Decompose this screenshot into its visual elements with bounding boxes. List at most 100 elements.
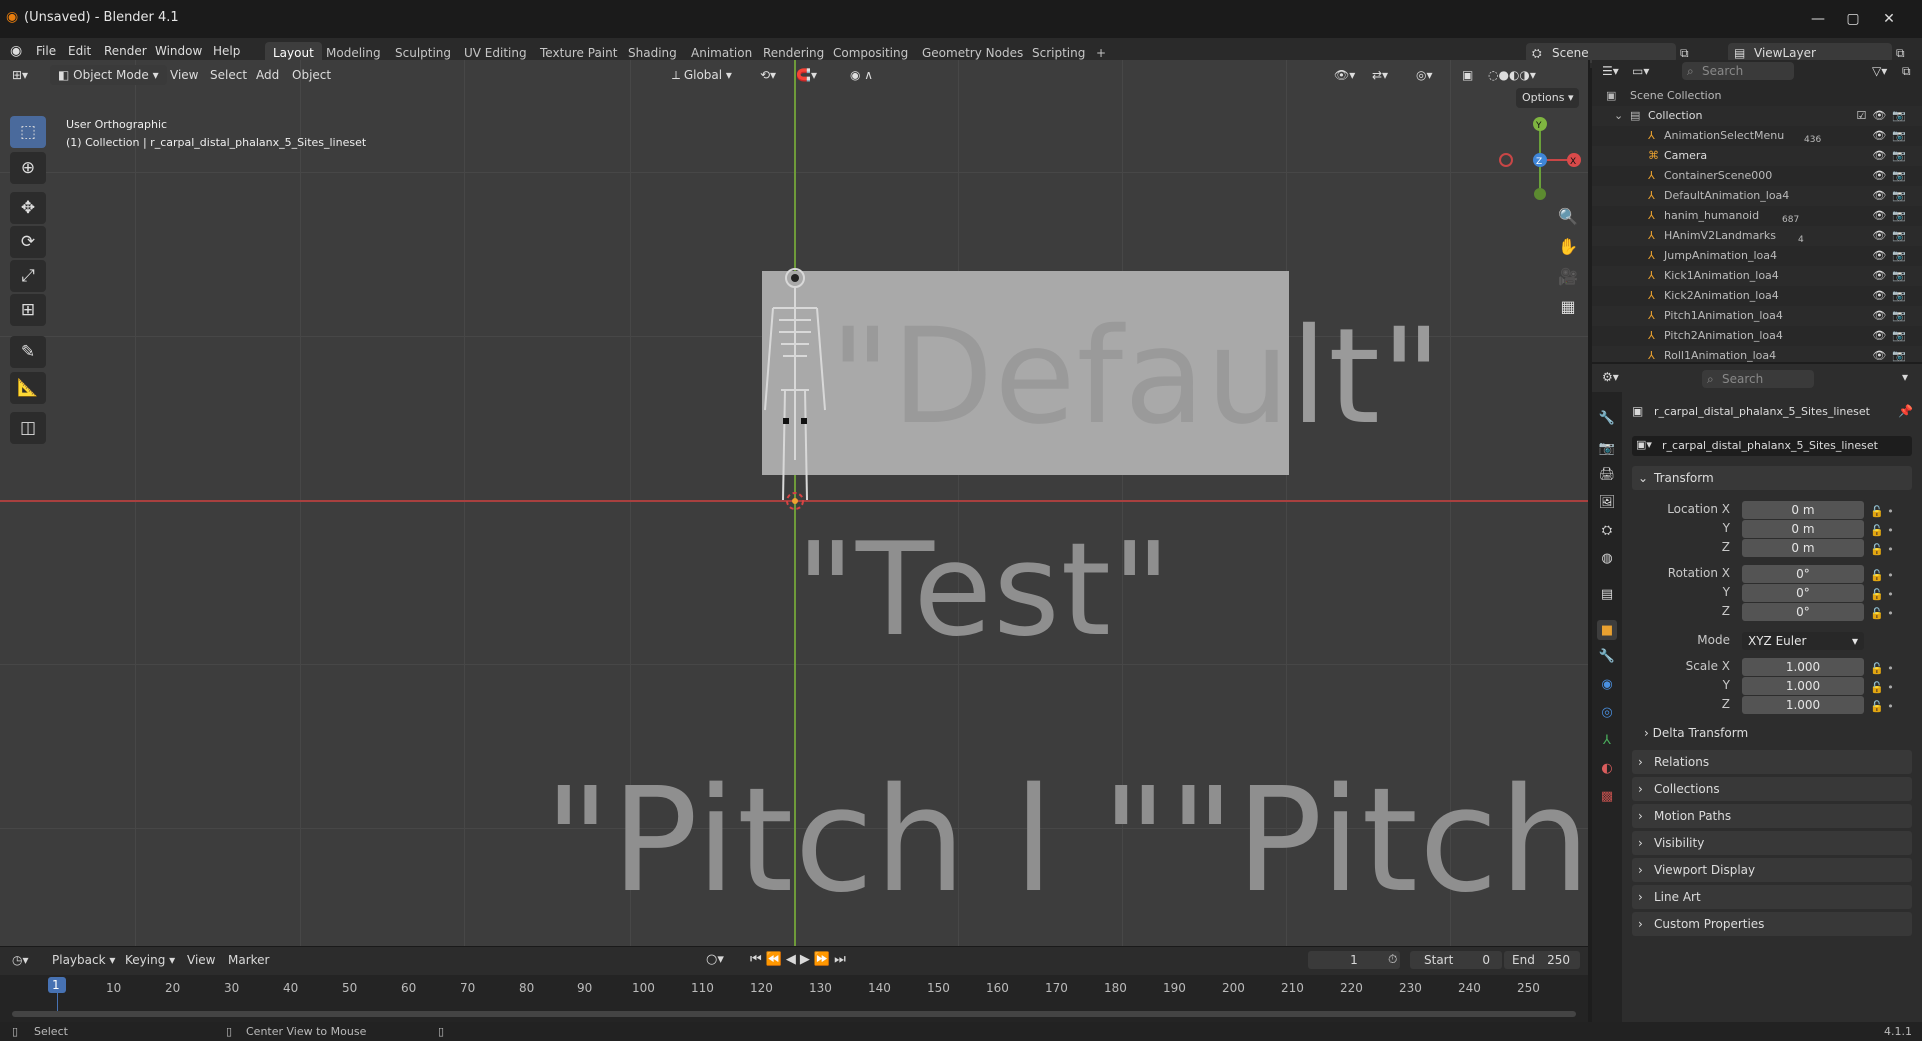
outliner-item[interactable]: ⅄ Kick1Animation_loa4 👁📷 [1592,266,1922,286]
outliner-item[interactable]: ⅄ ContainerScene000 👁📷 [1592,166,1922,186]
location-x-field[interactable]: 0 m [1742,501,1864,519]
blender-menu-icon[interactable]: ◉ [10,43,22,59]
start-frame-field[interactable]: Start 0 [1410,951,1502,969]
outliner-item[interactable]: ⅄ HAnimV2Landmarks 4 👁📷 [1592,226,1922,246]
particles-tab-icon[interactable]: ◉ [1597,674,1617,694]
outliner-collection[interactable]: ⌄ ▤ Collection ☑👁📷 [1592,106,1922,126]
pan-hand-icon[interactable]: ✋ [1554,233,1582,259]
visibility-toggles[interactable]: 👁📷 [1872,346,1912,362]
menu-render[interactable]: Render [104,44,147,58]
outliner-scene-collection[interactable]: ▣ Scene Collection [1592,86,1922,106]
zoom-icon[interactable]: 🔍 [1554,203,1582,229]
outliner-item[interactable]: ⅄ DefaultAnimation_loa4 👁📷 [1592,186,1922,206]
menu-view[interactable]: View [170,65,198,85]
visibility-toggles[interactable]: 👁📷 [1872,146,1912,166]
playback-menu[interactable]: Playback ▾ [52,953,115,967]
editor-type-icon[interactable]: ⊞▾ [12,65,28,85]
material-tab-icon[interactable]: ◐ [1597,758,1617,778]
visibility-toggles[interactable]: ☑👁📷 [1856,106,1912,126]
visibility-toggles[interactable]: 👁📷 [1872,246,1912,266]
relations-panel-header[interactable]: › Relations [1632,750,1912,774]
rotation-z-field[interactable]: 0° [1742,603,1864,621]
close-button[interactable]: ✕ [1872,6,1906,32]
record-icon[interactable]: ○▾ [706,952,724,967]
display-mode-icon[interactable]: ▭▾ [1632,64,1649,78]
frame-rate-icon[interactable]: ⏱ [1388,952,1397,967]
menu-add[interactable]: Add [256,65,279,85]
new-scene-icon[interactable]: ⧉ [1680,46,1689,61]
menu-file[interactable]: File [36,44,56,58]
outliner-editor-icon[interactable]: ☰▾ [1602,64,1619,78]
physics-tab-icon[interactable]: ◎ [1597,702,1617,722]
default-text-object[interactable]: "Default" [830,300,1443,454]
view-layer-tab-icon[interactable]: 🖼 [1597,492,1617,512]
rotation-y-field[interactable]: 0° [1742,584,1864,602]
scale-z-field[interactable]: 1.000 [1742,696,1864,714]
add-cube-tool-icon[interactable]: ◫ [10,412,46,444]
viewport-display-panel-header[interactable]: › Viewport Display [1632,858,1912,882]
pin-icon[interactable]: 📌 [1898,404,1913,418]
playback-controls-icon[interactable]: ⏮⏪◀▶⏩⏭ [750,952,850,967]
annotate-tool-icon[interactable]: ✎ [10,336,46,368]
menu-view[interactable]: View [187,953,215,967]
new-viewlayer-icon[interactable]: ⧉ [1896,46,1905,61]
visibility-toggles[interactable]: 👁📷 [1872,206,1912,226]
outliner-item[interactable]: ⅄ Kick2Animation_loa4 👁📷 [1592,286,1922,306]
skeleton-object[interactable] [755,260,845,510]
snap-icon[interactable]: 🧲▾ [796,65,817,85]
visibility-toggles[interactable]: 👁📷 [1872,186,1912,206]
mode-selector[interactable]: ◧ Object Mode ▾ [50,65,167,85]
keying-menu[interactable]: Keying ▾ [125,953,175,967]
visibility-toggles[interactable]: 👁📷 [1872,266,1912,286]
motion-paths-panel-header[interactable]: › Motion Paths [1632,804,1912,828]
outliner-item[interactable]: ⅄ Roll1Animation_loa4 👁📷 [1592,346,1922,362]
output-tab-icon[interactable]: 🖨 [1597,464,1617,484]
visibility-toggles[interactable]: 👁📷 [1872,306,1912,326]
world-tab-icon[interactable]: ◍ [1597,548,1617,568]
render-tab-icon[interactable]: 📷 [1597,438,1617,458]
visibility-toggles[interactable]: 👁📷 [1872,126,1912,146]
visibility-toggles[interactable]: 👁📷 [1872,286,1912,306]
transform-tool-icon[interactable]: ⊞ [10,294,46,326]
rotate-tool-icon[interactable]: ⟳ [10,226,46,258]
menu-window[interactable]: Window [155,44,202,58]
xray-icon[interactable]: ▣ [1462,65,1473,85]
perspective-toggle-icon[interactable]: ▦ [1554,293,1582,319]
collections-panel-header[interactable]: › Collections [1632,777,1912,801]
collection-tab-icon[interactable]: ▤ [1597,584,1617,604]
pivot-icon[interactable]: ⟲▾ [760,65,776,85]
overlay-toggle-icon[interactable]: ◎▾ [1416,65,1433,85]
object-datablock-field[interactable]: ▣▾ r_carpal_distal_phalanx_5_Sites_lines… [1632,436,1912,456]
outliner-search[interactable]: ⌕ Search [1682,62,1794,80]
modifier-tab-icon[interactable]: 🔧 [1597,646,1617,666]
rotation-mode-select[interactable]: XYZ Euler ▾ [1742,632,1864,650]
outliner-item[interactable]: ⅄ AnimationSelectMenu 436 👁📷 [1592,126,1922,146]
test-text-object[interactable]: "Test" [796,516,1172,665]
scale-y-field[interactable]: 1.000 [1742,677,1864,695]
pitch-text-object[interactable]: "Pitch l ""Pitch2" [544,756,1588,924]
move-tool-icon[interactable]: ✥ [10,192,46,224]
camera-view-icon[interactable]: 🎥 [1554,263,1582,289]
scale-x-field[interactable]: 1.000 [1742,658,1864,676]
object-tab-icon[interactable]: ■ [1597,620,1617,640]
custom-properties-panel-header[interactable]: › Custom Properties [1632,912,1912,936]
tool-tab-icon[interactable]: 🔧 [1597,408,1617,428]
transform-orientation-selector[interactable]: ⟂ Global ▾ [672,65,732,85]
scale-tool-icon[interactable]: ⤢ [10,260,46,292]
maximize-button[interactable]: ▢ [1836,6,1870,32]
proportional-edit-icon[interactable]: ◉ ∧ [850,65,873,85]
visibility-icon[interactable]: 👁▾ [1334,65,1355,85]
location-y-field[interactable]: 0 m [1742,520,1864,538]
outliner-item[interactable]: ⅄ Pitch2Animation_loa4 👁📷 [1592,326,1922,346]
outliner-item[interactable]: ⅄ hanim_humanoid 687 👁📷 [1592,206,1922,226]
menu-help[interactable]: Help [213,44,240,58]
timeline-scrollbar[interactable] [12,1011,1576,1017]
outliner-item[interactable]: ⌘ Camera 👁📷 [1592,146,1922,166]
timeline-editor-icon[interactable]: ◷▾ [12,953,29,967]
menu-select[interactable]: Select [210,65,247,85]
select-box-tool-icon[interactable]: ⬚ [10,116,46,148]
menu-object[interactable]: Object [292,65,331,85]
cursor-tool-icon[interactable]: ⊕ [10,152,46,184]
shading-modes-icon[interactable]: ◌●◐◑▾ [1488,65,1536,85]
visibility-toggles[interactable]: 👁📷 [1872,326,1912,346]
